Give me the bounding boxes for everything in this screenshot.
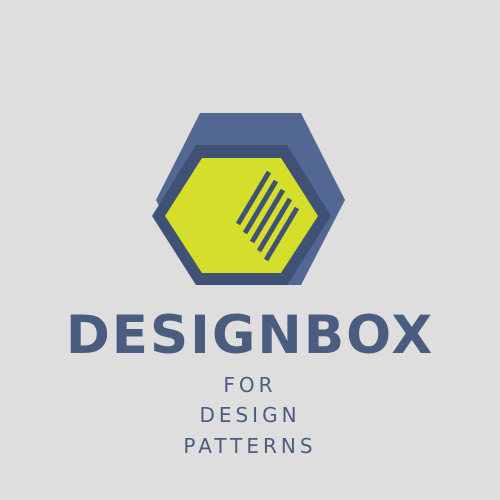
tagline-line-3: PATTERNS (183, 434, 317, 458)
brand-name: DESIGNBOX (65, 305, 435, 366)
tagline-line-2: DESIGN (199, 403, 301, 427)
logo-page: DESIGNBOX FOR DESIGN PATTERNS (0, 0, 500, 500)
tagline-line-1: FOR (223, 373, 277, 397)
